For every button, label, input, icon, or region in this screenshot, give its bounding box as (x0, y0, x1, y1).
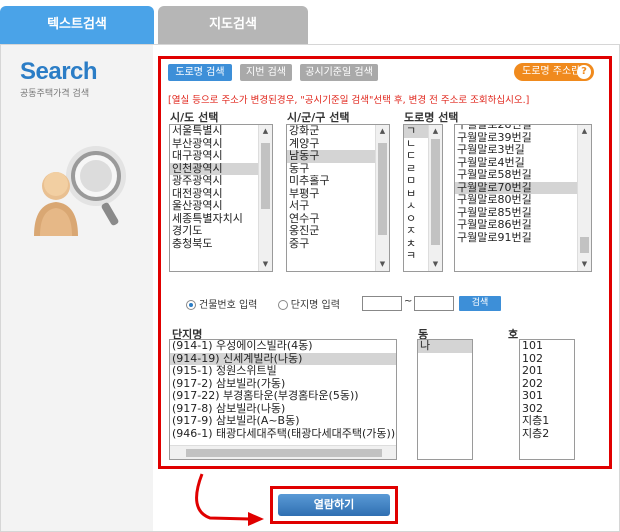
road-name-option[interactable]: 구월말로91번길 (455, 232, 591, 245)
scroll-down-icon[interactable]: ▼ (376, 258, 389, 271)
complex-option[interactable]: (917-9) 삼보빌라(A~B동) (170, 415, 396, 428)
complex-listbox[interactable]: (914-1) 우성에이스빌라(4동) (914-19) 신세계빌라(나동) (91… (169, 339, 397, 460)
complex-name-radio[interactable] (277, 300, 288, 310)
sigungu-scrollbar[interactable]: ▲ ▼ (375, 125, 389, 271)
side-pane (1, 45, 153, 531)
road-name-option[interactable]: 구월말로70번길 (455, 181, 591, 194)
sigungu-option[interactable]: 계양구 (287, 138, 389, 151)
sido-option[interactable]: 서울특별시 (170, 125, 272, 138)
road-name-option[interactable]: 구월말로3번길 (455, 144, 591, 157)
scroll-up-icon[interactable]: ▲ (376, 125, 389, 138)
scroll-up-icon[interactable]: ▲ (429, 125, 442, 138)
road-name-option[interactable]: 구월말로80번길 (455, 194, 591, 207)
scroll-down-icon[interactable]: ▼ (259, 258, 272, 271)
sigungu-option[interactable]: 부평구 (287, 188, 389, 201)
road-name-option[interactable]: 구월말로58번길 (455, 169, 591, 182)
open-button[interactable]: 열람하기 (278, 494, 390, 516)
sigungu-option[interactable]: 강화군 (287, 125, 389, 138)
notice-date-search-button[interactable]: 공시기준일 검색 (300, 64, 378, 81)
tab-map-search[interactable]: 지도검색 (158, 6, 308, 44)
ho-option[interactable]: 지층1 (520, 415, 574, 428)
sigungu-option[interactable]: 동구 (287, 163, 389, 176)
complex-option[interactable]: (914-1) 우성에이스빌라(4동) (170, 340, 396, 353)
complex-hscrollbar[interactable] (170, 445, 396, 459)
road-label: 도로명 선택 (404, 111, 459, 124)
question-icon: ? (577, 65, 591, 79)
road-name-listbox[interactable]: 구월말로28번길 구월말로39번길 구월말로3번길 구월말로4번길 구월말로58번길 구월… (454, 124, 592, 272)
sido-option[interactable]: 대전광역시 (170, 188, 272, 201)
building-no-main-input[interactable] (362, 296, 402, 311)
dong-option[interactable]: 나 (418, 340, 472, 353)
side-subtitle: 공동주택가격 검색 (20, 89, 90, 99)
sido-option[interactable]: 부산광역시 (170, 138, 272, 151)
dash-separator: ~ (404, 296, 413, 307)
ho-option[interactable]: 301 (520, 390, 574, 403)
building-no-label: 건물번호 입력 (199, 300, 258, 311)
ho-listbox[interactable]: 101 102 201 202 301 302 지층1 지층2 (519, 339, 575, 460)
sigungu-option[interactable]: 중구 (287, 238, 389, 251)
building-no-sub-input[interactable] (414, 296, 454, 311)
building-no-radio[interactable] (186, 300, 196, 310)
ho-option[interactable]: 101 (520, 340, 574, 353)
sido-scrollbar[interactable]: ▲ ▼ (258, 125, 272, 271)
notice-text: [열실 등으로 주소가 변경된경우, "공시기준일 검색"선택 후, 변경 전 … (168, 95, 530, 106)
complex-option[interactable]: (917-8) 삼보빌라(나동) (170, 403, 396, 416)
person-magnifier-icon (34, 146, 126, 236)
sido-option[interactable]: 울산광역시 (170, 200, 272, 213)
complex-option[interactable]: (917-22) 부경홈타운(부경홈타운(5동)) (170, 390, 396, 403)
ho-label: 호 (508, 328, 519, 341)
road-search-button[interactable]: 도로명 검색 (168, 64, 232, 81)
road-address-label: 도로명 주소란 (522, 66, 581, 77)
sido-option[interactable]: 경기도 (170, 225, 272, 238)
road-address-button[interactable]: 도로명 주소란 ? (514, 63, 594, 81)
road-name-option[interactable]: 구월말로28번길 (455, 125, 591, 132)
road-name-option[interactable]: 구월말로4번길 (455, 157, 591, 170)
sigungu-label: 시/군/구 선택 (287, 111, 350, 124)
road-name-scrollbar[interactable]: ▲ ▼ (577, 125, 591, 271)
sigungu-option[interactable]: 서구 (287, 200, 389, 213)
scroll-up-icon[interactable]: ▲ (259, 125, 272, 138)
road-name-option[interactable]: 구월말로39번길 (455, 132, 591, 145)
sido-option[interactable]: 인천광역시 (170, 162, 272, 175)
complex-option[interactable]: (914-19) 신세계빌라(나동) (170, 352, 396, 365)
ho-option[interactable]: 302 (520, 403, 574, 416)
sido-option[interactable]: 광주광역시 (170, 175, 272, 188)
sigungu-option[interactable]: 남동구 (287, 150, 389, 163)
scroll-down-icon[interactable]: ▼ (429, 258, 442, 271)
ho-option[interactable]: 202 (520, 378, 574, 391)
pointer-arrow-icon (195, 473, 264, 526)
dong-listbox[interactable]: 나 (417, 339, 473, 460)
sigungu-option[interactable]: 옹진군 (287, 225, 389, 238)
sido-option[interactable]: 충청북도 (170, 238, 272, 251)
complex-option[interactable]: (917-2) 삼보빌라(가동) (170, 378, 396, 391)
sido-option[interactable]: 세종특별자치시 (170, 213, 272, 226)
sido-option[interactable]: 대구광역시 (170, 150, 272, 163)
scroll-down-icon[interactable]: ▼ (578, 258, 591, 271)
road-initial-scrollbar[interactable]: ▲ ▼ (428, 125, 442, 271)
ho-option[interactable]: 102 (520, 353, 574, 366)
search-button[interactable]: 검색 (459, 296, 501, 311)
scroll-up-icon[interactable]: ▲ (578, 125, 591, 138)
sido-label: 시/도 선택 (170, 111, 219, 124)
sigungu-listbox[interactable]: 강화군 계양구 남동구 동구 미추홀구 부평구 서구 연수구 옹진군 중구 ▲ ▼ (286, 124, 390, 272)
ho-option[interactable]: 201 (520, 365, 574, 378)
sigungu-option[interactable]: 미추홀구 (287, 175, 389, 188)
road-initial-listbox[interactable]: ㄱㄴㄷㄹㅁㅂㅅㅇㅈㅊㅋ ▲ ▼ (403, 124, 443, 272)
complex-option[interactable]: (915-1) 정원스위트빌 (170, 365, 396, 378)
sigungu-option[interactable]: 연수구 (287, 213, 389, 226)
tab-text-search[interactable]: 텍스트검색 (0, 6, 154, 44)
ho-option[interactable]: 지층2 (520, 428, 574, 441)
sido-listbox[interactable]: 서울특별시 부산광역시 대구광역시 인천광역시 광주광역시 대전광역시 울산광역시 세종특별자… (169, 124, 273, 272)
open-button-highlight: 열람하기 (270, 486, 398, 524)
jibun-search-button[interactable]: 지번 검색 (240, 64, 292, 81)
side-title: Search (20, 58, 98, 85)
input-mode-row: 건물번호 입력 단지명 입력 (186, 296, 340, 311)
road-name-option[interactable]: 구월말로85번길 (455, 207, 591, 220)
complex-option[interactable]: (946-1) 태광다세대주택(태광다세대주택(가동)) (170, 428, 396, 441)
road-name-option[interactable]: 구월말로86번길 (455, 219, 591, 232)
complex-name-label: 단지명 입력 (290, 300, 340, 311)
